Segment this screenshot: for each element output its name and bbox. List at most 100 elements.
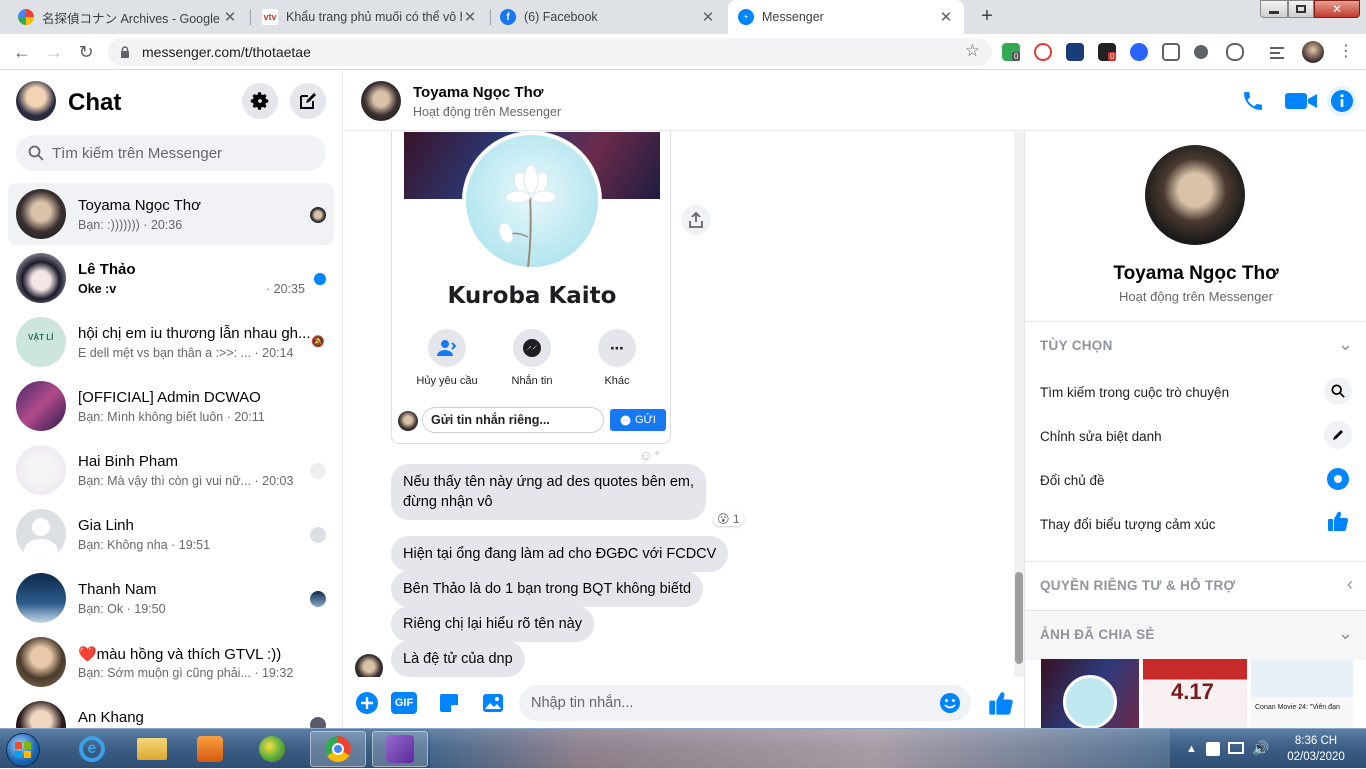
- back-button[interactable]: ←: [10, 40, 34, 64]
- pencil-icon[interactable]: [1324, 421, 1352, 449]
- chrome-taskbar-icon[interactable]: [310, 731, 366, 767]
- video-camera-icon: [1285, 93, 1317, 109]
- media-player-icon[interactable]: [182, 731, 238, 767]
- forward-button[interactable]: →: [42, 40, 66, 64]
- extension-shield-icon[interactable]: 0: [1002, 43, 1021, 61]
- tab-conan-archives[interactable]: 名探偵コナン Archives - Google ... ✕: [8, 0, 248, 34]
- shared-photo-thumbnail[interactable]: 4.17: [1143, 659, 1247, 728]
- tab-messenger[interactable]: Messenger ✕: [728, 0, 964, 34]
- conversation-item[interactable]: Thanh Nam Bạn: Ok · 19:50: [8, 567, 334, 629]
- message-scrollbar-thumb[interactable]: [1015, 572, 1023, 664]
- message-bubble[interactable]: Nếu thấy tên này ứng ad des quotes bên e…: [391, 464, 707, 520]
- more-menu-icon[interactable]: ⋮: [1334, 40, 1358, 64]
- extension-link-icon[interactable]: [1130, 43, 1148, 61]
- parrot-app-icon[interactable]: [244, 731, 300, 767]
- conversation-item[interactable]: ❤️màu hồng và thích GTVL :)) Bạn: Sớm mu…: [8, 631, 334, 693]
- emoji-icon[interactable]: [939, 692, 961, 714]
- close-tab-icon[interactable]: ✕: [938, 8, 954, 26]
- shared-photo-thumbnail[interactable]: [1041, 659, 1139, 728]
- search-in-conversation-option[interactable]: Tìm kiếm trong cuộc trò chuyện: [1040, 385, 1229, 400]
- reload-button[interactable]: ↻: [74, 40, 98, 64]
- add-reaction-icon[interactable]: ☺⁺: [639, 447, 661, 464]
- search-icon[interactable]: [1324, 377, 1352, 405]
- conversation-avatar: [16, 637, 66, 687]
- maximize-button[interactable]: [1288, 0, 1314, 18]
- new-tab-button[interactable]: +: [975, 5, 999, 29]
- message-bubble[interactable]: Hiện tại ổng đang làm ad cho ĐGĐC với FC…: [391, 536, 729, 572]
- extension-block-icon[interactable]: [1034, 43, 1052, 61]
- menu-lines-icon[interactable]: [1270, 43, 1286, 61]
- voice-call-button[interactable]: [1241, 89, 1265, 118]
- network-icon[interactable]: [1228, 742, 1244, 754]
- close-tab-icon[interactable]: ✕: [700, 8, 716, 26]
- info-avatar[interactable]: [1145, 145, 1245, 245]
- internet-explorer-icon[interactable]: e: [64, 731, 120, 767]
- conversation-item[interactable]: VẬT LÍ hội chị em iu thương lẫn nhau gh.…: [8, 311, 334, 373]
- extension-puzzle-icon[interactable]: 0: [1098, 43, 1117, 61]
- volume-icon[interactable]: 🔊: [1252, 740, 1269, 757]
- new-message-button[interactable]: [290, 83, 326, 119]
- conversation-info-button[interactable]: [1327, 86, 1357, 116]
- purple-app-icon[interactable]: [372, 731, 428, 767]
- close-tab-icon[interactable]: ✕: [462, 8, 478, 26]
- start-button[interactable]: [6, 733, 40, 767]
- show-hidden-icons[interactable]: ▲: [1186, 743, 1197, 755]
- compose-icon: [300, 93, 316, 109]
- minimize-button[interactable]: [1260, 0, 1288, 18]
- privacy-support-section-header[interactable]: QUYỀN RIÊNG TƯ & HỖ TRỢ ‹: [1025, 561, 1366, 611]
- cancel-request-button[interactable]: Hủy yêu cầu: [407, 329, 487, 387]
- taskbar-clock[interactable]: 8:36 CH 02/03/2020: [1276, 733, 1356, 765]
- profile-avatar[interactable]: [1302, 41, 1324, 63]
- thumbs-up-icon[interactable]: [1324, 507, 1352, 535]
- extension-j-icon[interactable]: [1066, 43, 1084, 61]
- change-emoji-option[interactable]: Thay đổi biểu tượng cảm xúc: [1040, 517, 1215, 532]
- search-input[interactable]: Tìm kiếm trên Messenger: [16, 135, 326, 171]
- sticker-button[interactable]: [437, 691, 461, 720]
- tab-facebook[interactable]: f (6) Facebook ✕: [490, 0, 726, 34]
- more-actions-button[interactable]: [355, 691, 379, 720]
- action-center-flag-icon[interactable]: [1206, 742, 1220, 756]
- lock-icon: [120, 45, 130, 58]
- conversation-item[interactable]: Lê Thảo Oke :v · 20:35: [8, 247, 334, 309]
- change-theme-option[interactable]: Đổi chủ đề: [1040, 473, 1105, 488]
- photo-button[interactable]: [481, 691, 505, 720]
- tab-khau-trang[interactable]: vtv Khẩu trang phủ muối có thể vô h ✕: [252, 0, 488, 34]
- conversation-item[interactable]: Hai Binh Pham Bạn: Mà vậy thì còn gì vui…: [8, 439, 334, 501]
- card-send-button[interactable]: GỬI: [610, 409, 666, 431]
- close-window-button[interactable]: ✕: [1314, 0, 1360, 18]
- private-message-input[interactable]: Gửi tin nhắn riêng...: [422, 407, 604, 433]
- shared-photos-section-header[interactable]: ẢNH ĐÃ CHIA SẺ ⌄: [1025, 610, 1366, 660]
- file-explorer-icon[interactable]: [124, 731, 180, 767]
- shared-photo-thumbnail[interactable]: Conan Movie 24: "Viên đạn: [1251, 659, 1353, 728]
- message-bubble[interactable]: Bên Thảo là do 1 bạn trong BQT không biế…: [391, 571, 704, 607]
- extension-cloud-icon[interactable]: [1226, 43, 1244, 61]
- conversation-item[interactable]: Toyama Ngọc Thơ Bạn: :))))))) · 20:36: [8, 183, 334, 245]
- settings-button[interactable]: [242, 83, 278, 119]
- share-button[interactable]: [681, 205, 711, 235]
- extension-skull-icon[interactable]: [1194, 45, 1208, 59]
- conversation-avatar: [16, 509, 66, 559]
- chat-panel: Kuroba Kaito Hủy yêu cầu Nhắn tin ⋯ Khác…: [343, 71, 1024, 728]
- my-avatar[interactable]: [16, 81, 56, 121]
- theme-color-icon[interactable]: [1324, 465, 1352, 493]
- edit-nicknames-option[interactable]: Chỉnh sửa biệt danh: [1040, 429, 1162, 444]
- shared-profile-card[interactable]: Kuroba Kaito Hủy yêu cầu Nhắn tin ⋯ Khác…: [391, 132, 671, 444]
- conversation-item[interactable]: [OFFICIAL] Admin DCWAO Bạn: Mình không b…: [8, 375, 334, 437]
- message-bubble[interactable]: Riêng chị lại hiểu rõ tên này: [391, 606, 594, 642]
- close-tab-icon[interactable]: ✕: [222, 8, 238, 26]
- omnibox[interactable]: messenger.com/t/thotaetae ☆: [108, 38, 992, 66]
- message-bubble[interactable]: Là đệ tử của dnp: [391, 641, 525, 677]
- conversation-item[interactable]: Gia Linh Bạn: Không nha · 19:51: [8, 503, 334, 565]
- send-message-button[interactable]: Nhắn tin: [492, 329, 572, 387]
- extension-chat-icon[interactable]: [1162, 43, 1180, 61]
- conversation-item[interactable]: An Khang: [8, 695, 334, 728]
- message-input[interactable]: Nhập tin nhắn...: [519, 685, 971, 721]
- options-section-header[interactable]: TÙY CHỌN ⌄: [1025, 321, 1366, 371]
- like-button[interactable]: [987, 689, 1015, 722]
- bookmark-star-icon[interactable]: ☆: [965, 41, 980, 61]
- message-reaction[interactable]: 😮 1: [713, 512, 744, 526]
- video-call-button[interactable]: [1285, 91, 1319, 116]
- more-options-button[interactable]: ⋯ Khác: [577, 329, 657, 387]
- card-profile-name[interactable]: Kuroba Kaito: [392, 283, 670, 309]
- gif-button[interactable]: GIF: [391, 692, 417, 714]
